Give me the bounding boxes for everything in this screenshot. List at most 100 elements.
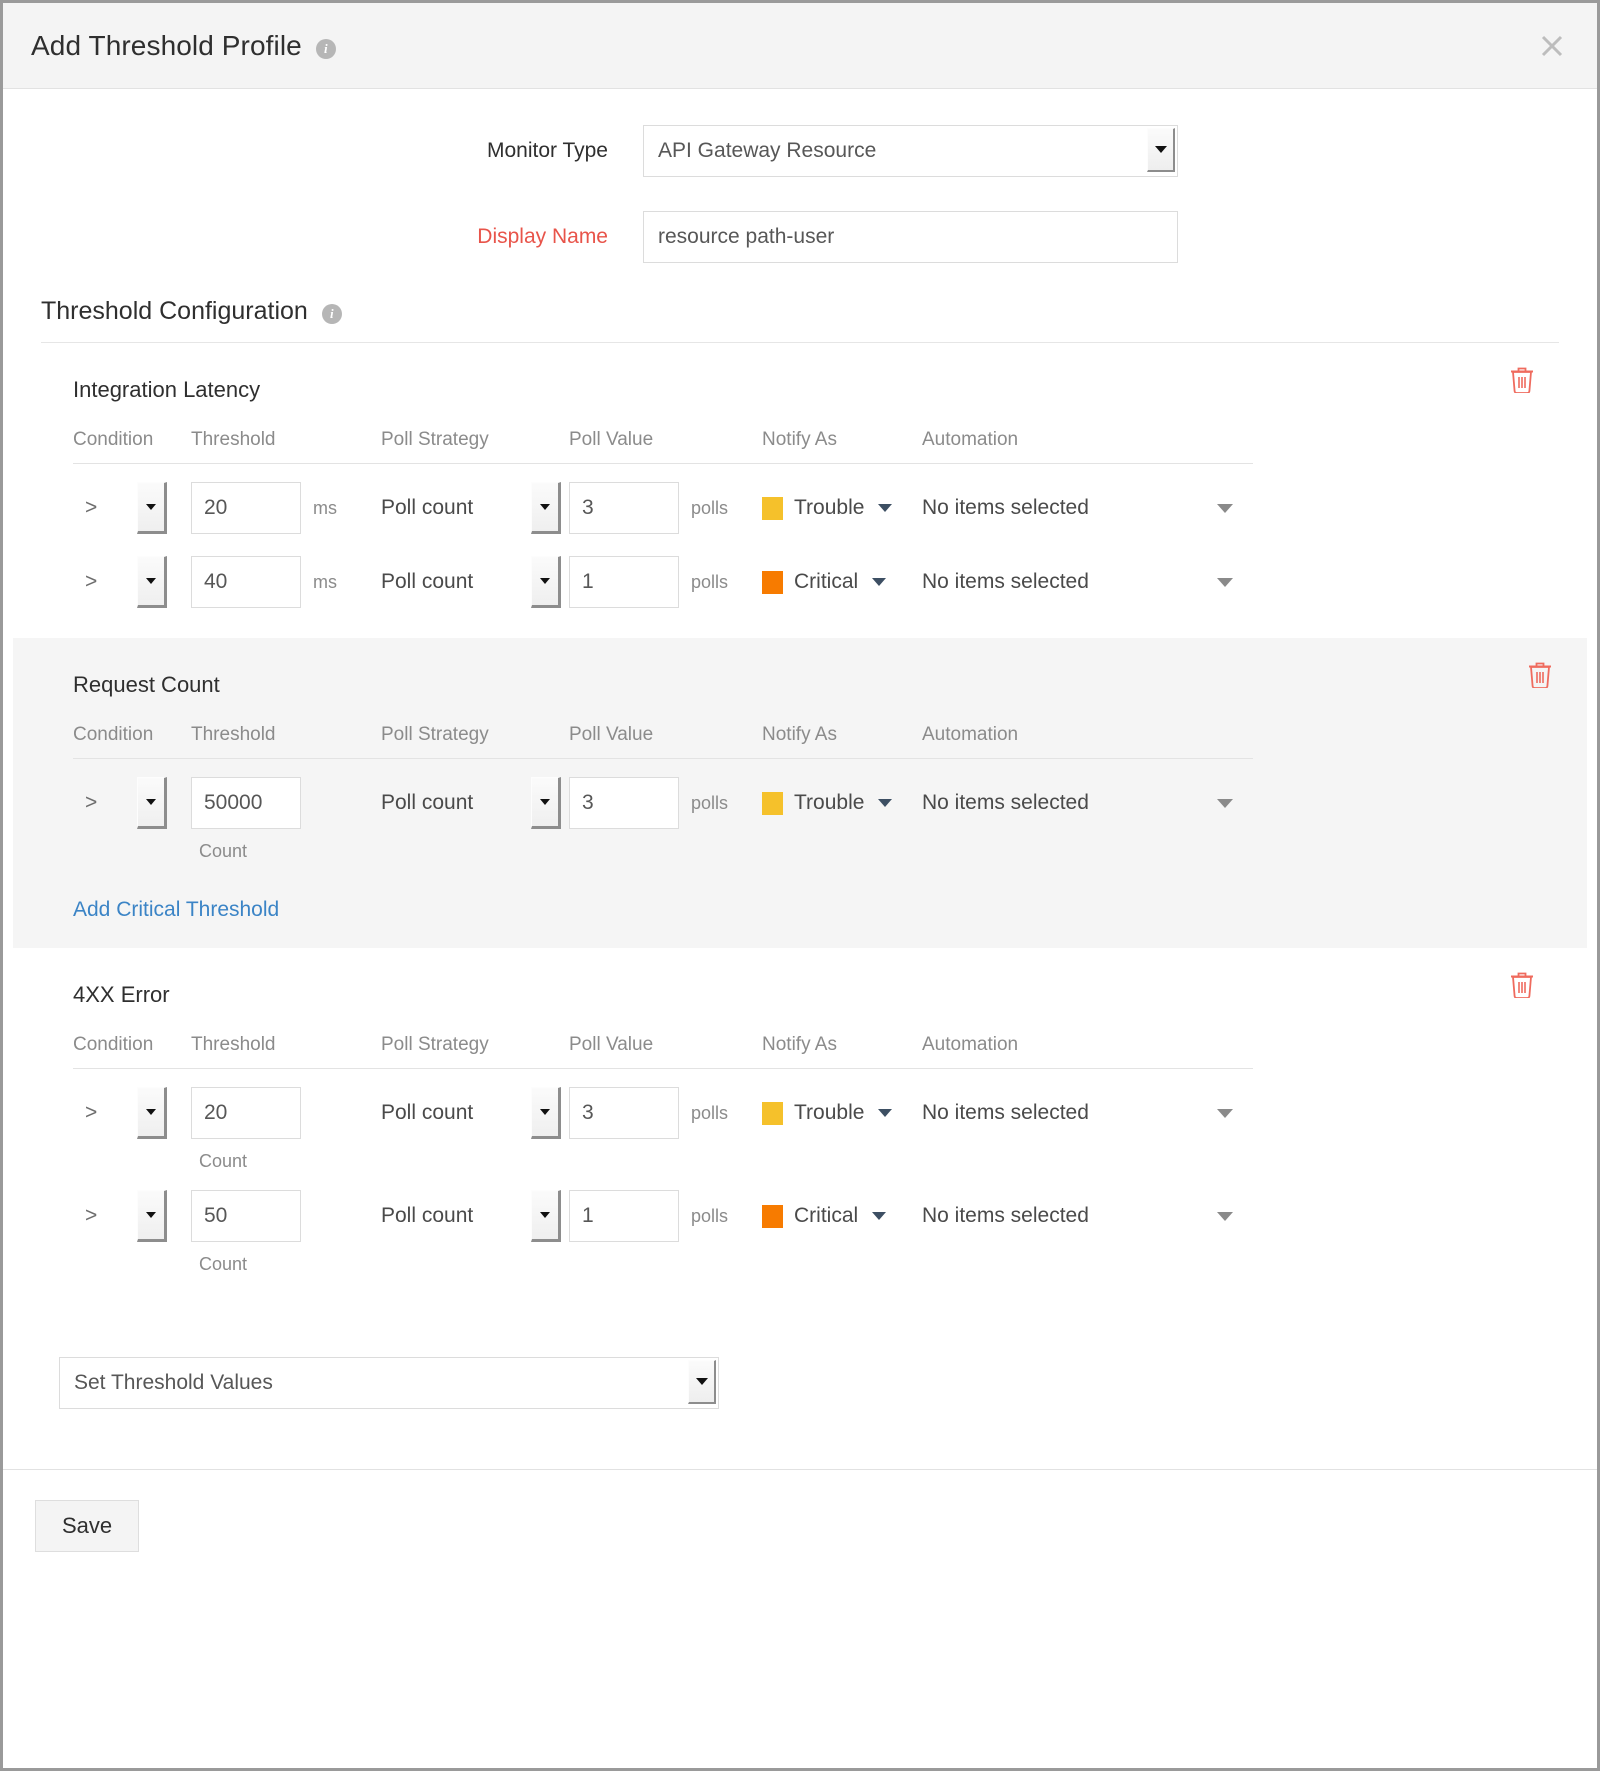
condition-select[interactable] <box>137 1087 167 1139</box>
threshold-cell: Count <box>191 1190 381 1275</box>
poll-value-input[interactable] <box>569 482 679 534</box>
threshold-input[interactable] <box>191 1087 301 1139</box>
poll-strategy-select[interactable] <box>531 777 561 829</box>
display-name-label: Display Name <box>3 211 643 263</box>
automation-select[interactable]: No items selected <box>922 482 1559 534</box>
page-title: Add Threshold Profilei <box>31 30 336 62</box>
automation-select[interactable]: No items selected <box>922 556 1559 608</box>
threshold-cell: ms <box>191 556 381 608</box>
monitor-type-row: Monitor Type <box>3 125 1597 177</box>
threshold-cell: Count <box>191 1087 381 1172</box>
automation-select[interactable]: No items selected <box>922 1190 1559 1242</box>
threshold-unit: Count <box>191 1254 381 1275</box>
info-icon[interactable]: i <box>322 304 342 324</box>
threshold-input[interactable] <box>191 482 301 534</box>
threshold-input[interactable] <box>191 556 301 608</box>
notify-as-select[interactable]: Trouble <box>762 482 922 534</box>
condition-cell: > <box>73 482 191 534</box>
column-header-automation: Automation <box>922 1034 1253 1056</box>
notify-as-value: Trouble <box>794 1101 864 1125</box>
chevron-down-icon <box>540 578 550 584</box>
condition-operator: > <box>73 496 137 520</box>
delete-metric-icon[interactable] <box>1509 365 1535 393</box>
automation-value: No items selected <box>922 496 1089 520</box>
chevron-down-icon <box>540 799 550 805</box>
display-name-input[interactable] <box>643 211 1178 263</box>
poll-value-cell: polls <box>569 482 762 534</box>
poll-value-cell: polls <box>569 777 762 829</box>
condition-cell: > <box>73 777 191 829</box>
notify-as-select[interactable]: Trouble <box>762 1087 922 1139</box>
poll-strategy-select[interactable] <box>531 482 561 534</box>
condition-select[interactable] <box>137 777 167 829</box>
condition-select[interactable] <box>137 482 167 534</box>
severity-swatch-icon <box>762 792 783 815</box>
poll-strategy-value: Poll count <box>381 1101 531 1125</box>
delete-metric-icon[interactable] <box>1527 660 1553 688</box>
chevron-down-icon[interactable] <box>688 1360 716 1404</box>
automation-value: No items selected <box>922 570 1089 594</box>
severity-swatch-icon <box>762 571 783 594</box>
notify-as-select[interactable]: Trouble <box>762 777 922 829</box>
condition-operator: > <box>73 1101 137 1125</box>
metric-title: Request Count <box>73 672 1587 698</box>
poll-value-cell: polls <box>569 1190 762 1242</box>
close-icon[interactable] <box>1535 29 1569 63</box>
notify-as-select[interactable]: Critical <box>762 556 922 608</box>
chevron-down-icon <box>540 504 550 510</box>
column-header-poll-strategy: Poll Strategy <box>381 1034 569 1056</box>
table-row: >msPoll countpollsTroubleNo items select… <box>73 464 1559 538</box>
save-button[interactable]: Save <box>35 1500 139 1552</box>
condition-select[interactable] <box>137 556 167 608</box>
poll-value-unit: polls <box>691 1087 728 1139</box>
metric-block: 4XX ErrorConditionThresholdPoll Strategy… <box>41 948 1559 1301</box>
notify-as-select[interactable]: Critical <box>762 1190 922 1242</box>
set-threshold-values-value[interactable] <box>59 1357 719 1409</box>
poll-value-cell: polls <box>569 556 762 608</box>
poll-strategy-select[interactable] <box>531 1190 561 1242</box>
chevron-down-icon[interactable] <box>1147 128 1175 172</box>
delete-metric-icon[interactable] <box>1509 970 1535 998</box>
threshold-input[interactable] <box>191 1190 301 1242</box>
column-header-automation: Automation <box>922 429 1253 451</box>
threshold-configuration-header: Threshold Configurationi <box>41 297 1559 343</box>
chevron-down-icon <box>1217 1212 1233 1221</box>
column-header-notify-as: Notify As <box>762 724 922 746</box>
column-header-notify-as: Notify As <box>762 429 922 451</box>
chevron-down-icon <box>1217 578 1233 587</box>
column-header-poll-strategy: Poll Strategy <box>381 724 569 746</box>
chevron-down-icon <box>872 1212 886 1220</box>
monitor-type-select[interactable] <box>643 125 1178 177</box>
column-header-poll-strategy: Poll Strategy <box>381 429 569 451</box>
poll-value-unit: polls <box>691 556 728 608</box>
poll-value-input[interactable] <box>569 1087 679 1139</box>
condition-cell: > <box>73 556 191 608</box>
column-header-threshold: Threshold <box>191 1034 381 1056</box>
monitor-type-value[interactable] <box>643 125 1178 177</box>
severity-swatch-icon <box>762 1205 783 1228</box>
poll-value-input[interactable] <box>569 556 679 608</box>
info-icon[interactable]: i <box>316 39 336 59</box>
column-header-condition: Condition <box>73 429 191 451</box>
column-header-notify-as: Notify As <box>762 1034 922 1056</box>
chevron-down-icon <box>878 1109 892 1117</box>
chevron-down-icon <box>1217 1109 1233 1118</box>
add-critical-threshold-link[interactable]: Add Critical Threshold <box>73 898 279 922</box>
metric-block: Integration LatencyConditionThresholdPol… <box>41 343 1559 638</box>
metrics-list: Integration LatencyConditionThresholdPol… <box>3 343 1597 1301</box>
poll-strategy-select[interactable] <box>531 556 561 608</box>
poll-strategy-cell: Poll count <box>381 482 569 534</box>
poll-strategy-value: Poll count <box>381 1204 531 1228</box>
automation-select[interactable]: No items selected <box>922 777 1587 829</box>
set-threshold-values-select[interactable] <box>59 1357 719 1409</box>
threshold-input[interactable] <box>191 777 301 829</box>
chevron-down-icon <box>146 1212 156 1218</box>
poll-value-input[interactable] <box>569 1190 679 1242</box>
column-header-threshold: Threshold <box>191 429 381 451</box>
chevron-down-icon <box>146 1109 156 1115</box>
poll-value-input[interactable] <box>569 777 679 829</box>
poll-strategy-select[interactable] <box>531 1087 561 1139</box>
display-name-row: Display Name <box>3 211 1597 263</box>
condition-select[interactable] <box>137 1190 167 1242</box>
automation-select[interactable]: No items selected <box>922 1087 1559 1139</box>
